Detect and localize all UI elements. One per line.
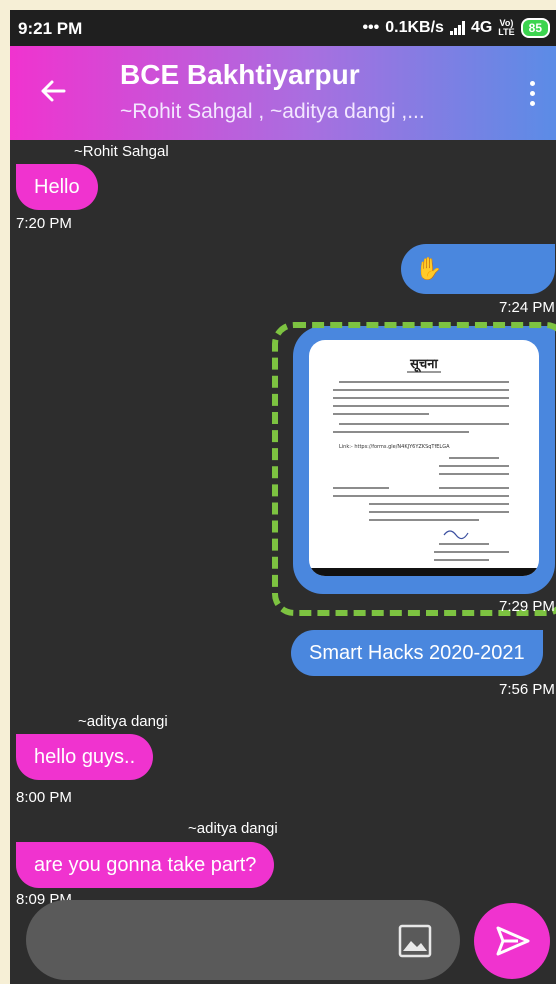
chat-header: BCE Bakhtiyarpur ~Rohit Sahgal , ~aditya… xyxy=(10,46,556,140)
message-sender: ~aditya dangi xyxy=(78,713,168,730)
message-input[interactable] xyxy=(54,922,398,960)
group-title[interactable]: BCE Bakhtiyarpur xyxy=(120,59,360,91)
status-bar: 9:21 PM ••• 0.1KB/s 4G Vo) LTE 85 xyxy=(10,10,556,46)
signal-icon xyxy=(449,21,465,35)
outgoing-message[interactable]: Smart Hacks 2020-2021 xyxy=(291,630,543,676)
message-time: 7:29 PM xyxy=(499,598,555,615)
send-button[interactable] xyxy=(474,903,550,979)
message-sender: ~aditya dangi xyxy=(188,820,278,837)
network-speed: 0.1KB/s xyxy=(385,19,444,36)
chat-screen: 9:21 PM ••• 0.1KB/s 4G Vo) LTE 85 BCE Bak… xyxy=(10,10,556,984)
message-composer xyxy=(26,900,460,980)
network-type: 4G xyxy=(470,19,493,36)
status-indicators: ••• 0.1KB/s 4G Vo) LTE 85 xyxy=(362,18,550,38)
status-dots: ••• xyxy=(362,19,380,36)
message-sender: ~Rohit Sahgal xyxy=(74,143,169,160)
selection-highlight xyxy=(272,322,556,616)
status-time: 9:21 PM xyxy=(18,19,83,38)
back-arrow-icon[interactable] xyxy=(38,76,68,106)
message-time: 7:20 PM xyxy=(16,215,72,232)
group-members[interactable]: ~Rohit Sahgal , ~aditya dangi ,... xyxy=(120,100,425,124)
send-icon xyxy=(496,926,530,956)
incoming-message[interactable]: hello guys.. xyxy=(16,734,154,780)
raised-hand-emoji: ✋ xyxy=(415,256,443,281)
image-attach-icon[interactable] xyxy=(398,924,432,958)
incoming-message[interactable]: are you gonna take part? xyxy=(16,842,275,888)
incoming-message[interactable]: Hello xyxy=(16,164,98,210)
message-time: 8:00 PM xyxy=(16,789,72,806)
volte-icon: Vo) LTE xyxy=(498,18,515,37)
overflow-menu-icon[interactable] xyxy=(522,78,542,108)
message-time: 7:56 PM xyxy=(499,681,555,698)
outgoing-message-emoji[interactable]: ✋ xyxy=(401,244,555,294)
battery-icon: 85 xyxy=(520,18,550,38)
message-time: 7:24 PM xyxy=(499,299,555,316)
